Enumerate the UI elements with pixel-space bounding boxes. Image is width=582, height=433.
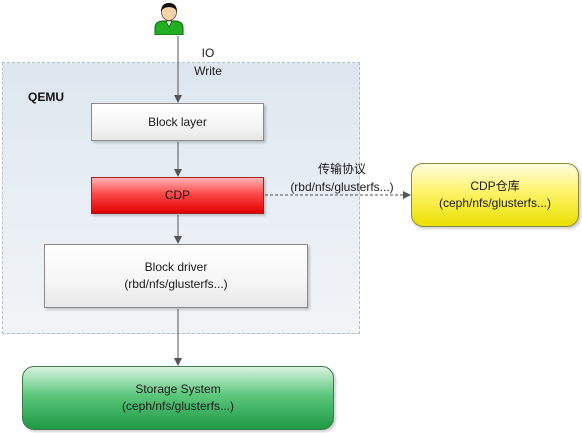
block-driver-line2: (rbd/nfs/glusterfs...): [124, 277, 228, 291]
cdp-label: CDP: [164, 188, 191, 202]
cdp-repository-box: CDP仓库 (ceph/nfs/glusterfs...): [411, 163, 579, 227]
storage-system-line2: (ceph/nfs/glusterfs...): [121, 399, 235, 413]
user-icon: [154, 3, 184, 35]
cdp-repository-line2: (ceph/nfs/glusterfs...): [438, 196, 552, 210]
storage-system-box: Storage System (ceph/nfs/glusterfs...): [22, 366, 334, 430]
cdp-box: CDP: [91, 177, 264, 214]
block-driver-box: Block driver (rbd/nfs/glusterfs...): [44, 244, 308, 308]
block-driver-line1: Block driver: [144, 260, 208, 274]
protocol-label-line1: 传输协议: [317, 162, 366, 176]
io-label-line2: Write: [194, 64, 222, 78]
protocol-label: 传输协议 (rbd/nfs/glusterfs...): [276, 160, 408, 196]
cdp-repository-line1: CDP仓库: [470, 179, 520, 193]
block-layer-box: Block layer: [91, 103, 264, 141]
block-layer-label: Block layer: [148, 114, 207, 129]
io-label-line1: IO: [201, 46, 215, 60]
protocol-label-line2: (rbd/nfs/glusterfs...): [290, 180, 394, 194]
storage-system-line1: Storage System: [135, 382, 221, 396]
io-write-label: IO Write: [186, 44, 230, 80]
